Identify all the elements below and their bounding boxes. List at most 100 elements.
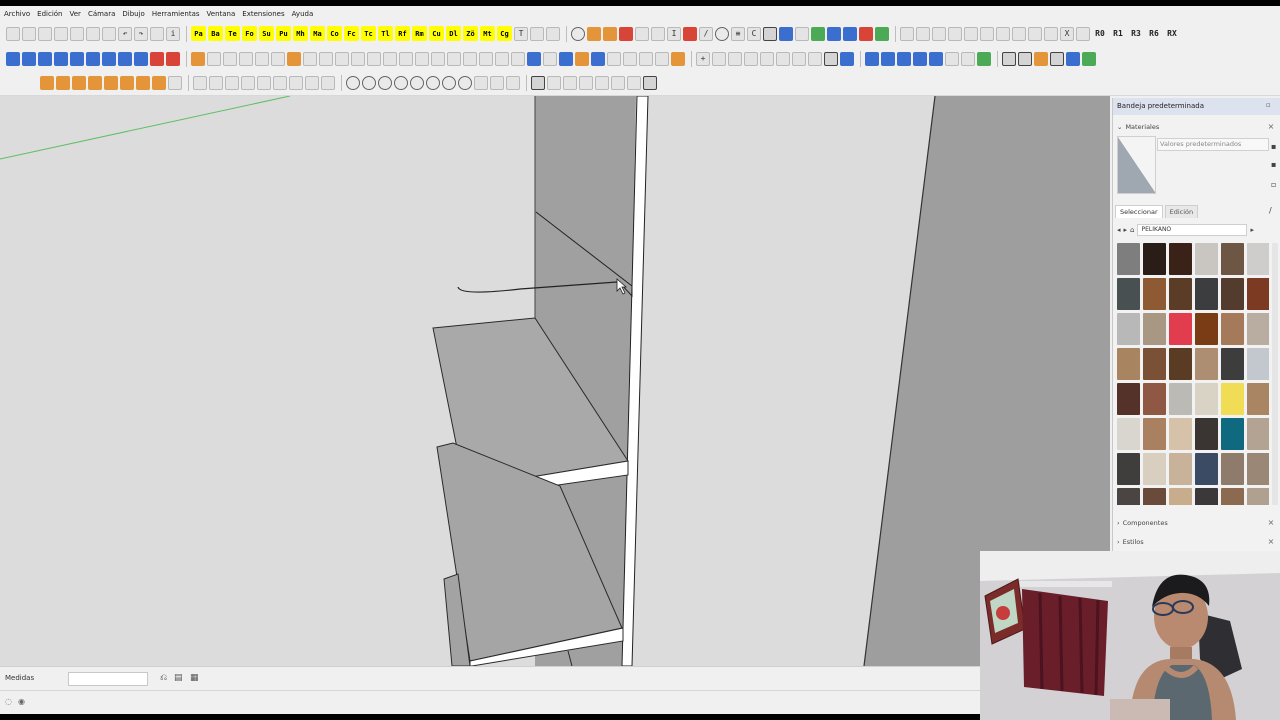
frame-red-5-icon[interactable] — [996, 26, 1010, 41]
material-swatch[interactable] — [1195, 348, 1218, 380]
material-swatch[interactable] — [1195, 453, 1218, 485]
material-swatch[interactable] — [1195, 383, 1218, 415]
column-icon[interactable] — [239, 51, 253, 66]
view-front-icon[interactable] — [225, 76, 239, 90]
frame-red-icon[interactable] — [932, 26, 946, 41]
model-viewport[interactable] — [0, 96, 1110, 666]
sphere-icon[interactable] — [191, 51, 205, 66]
style-back-edges-icon[interactable] — [547, 76, 561, 90]
tab-seleccionar[interactable]: Seleccionar — [1115, 205, 1163, 218]
panel-10-icon[interactable] — [431, 51, 445, 66]
panel-25-icon[interactable] — [712, 51, 726, 66]
panel-20-icon[interactable] — [591, 51, 605, 66]
view-grid-3-icon[interactable] — [321, 76, 335, 90]
panel-5-icon[interactable] — [351, 51, 365, 66]
material-swatch[interactable] — [1221, 488, 1244, 505]
instructor-icon[interactable]: ⎌ — [160, 673, 167, 683]
swatch-scrollbar[interactable] — [1272, 243, 1278, 505]
menu-camara[interactable]: Cámara — [88, 10, 115, 18]
pin-icon[interactable]: ▫ — [1266, 101, 1276, 111]
menu-ver[interactable]: Ver — [70, 10, 81, 18]
tab-edicion[interactable]: Edición — [1164, 205, 1199, 218]
globe-icon[interactable] — [811, 26, 825, 41]
material-swatch[interactable] — [1247, 243, 1269, 275]
dash-12-icon[interactable] — [1066, 51, 1080, 66]
material-swatch[interactable] — [1247, 418, 1269, 450]
materials-row-icon-9[interactable] — [168, 76, 182, 90]
material-swatch[interactable] — [1143, 313, 1166, 345]
section-icon[interactable] — [546, 26, 560, 41]
material-swatch[interactable] — [1169, 383, 1192, 415]
close-icon[interactable]: × — [1266, 537, 1276, 547]
style-monochrome-icon[interactable] — [627, 76, 641, 90]
frame-icon[interactable] — [651, 26, 665, 41]
eyedropper-icon[interactable]: / — [1269, 206, 1272, 215]
material-swatch[interactable] — [1143, 243, 1166, 275]
ext-button-fo[interactable]: Fo — [242, 26, 257, 41]
material-swatch[interactable] — [1195, 278, 1218, 310]
material-swatch[interactable] — [1247, 313, 1269, 345]
save-icon[interactable] — [38, 26, 52, 41]
ext-button-cg[interactable]: Cg — [497, 26, 512, 41]
dash-6-icon[interactable] — [961, 51, 975, 66]
walk-icon[interactable] — [474, 76, 488, 90]
rotate-icon[interactable] — [715, 26, 729, 41]
panel-18-icon[interactable] — [559, 51, 573, 66]
panel-17-icon[interactable] — [543, 51, 557, 66]
zoom-window-icon[interactable] — [394, 76, 408, 90]
panel-31-icon[interactable] — [808, 51, 822, 66]
ext-button-r0[interactable]: R0 — [1092, 27, 1108, 41]
material-swatch[interactable] — [1169, 488, 1192, 505]
menu-edicion[interactable]: Edición — [37, 10, 62, 18]
ext-button-ma[interactable]: Ma — [310, 26, 325, 41]
material-swatch[interactable] — [1169, 278, 1192, 310]
material-swatch[interactable] — [1143, 418, 1166, 450]
ext-button-r3[interactable]: R3 — [1128, 27, 1144, 41]
dash-9-icon[interactable] — [1018, 51, 1032, 66]
menu-archivo[interactable]: Archivo — [4, 10, 30, 18]
material-swatch[interactable] — [1117, 243, 1140, 275]
menu-dibujo[interactable]: Dibujo — [122, 10, 144, 18]
screen-icon[interactable] — [827, 26, 841, 41]
materials-row-icon-7[interactable] — [136, 76, 150, 90]
material-swatch[interactable] — [1247, 453, 1269, 485]
ext-button-zo[interactable]: Zö — [463, 26, 478, 41]
material-swatch[interactable] — [1247, 488, 1269, 505]
box-tool-icon[interactable] — [795, 26, 809, 41]
zoom-extents-icon[interactable] — [410, 76, 424, 90]
frame-red-3-icon[interactable] — [964, 26, 978, 41]
material-swatch[interactable] — [1247, 348, 1269, 380]
status-help-icon[interactable]: ◉ — [18, 697, 25, 706]
panel-6-icon[interactable] — [367, 51, 381, 66]
material-swatch[interactable] — [1195, 243, 1218, 275]
ext-button-tl[interactable]: Tl — [378, 26, 393, 41]
material-swatch[interactable] — [1117, 418, 1140, 450]
material-swatch[interactable] — [1143, 383, 1166, 415]
material-swatch[interactable] — [1117, 313, 1140, 345]
material-swatch[interactable] — [1143, 453, 1166, 485]
back-icon[interactable]: ◂ — [1117, 226, 1121, 234]
compass-icon[interactable] — [779, 26, 793, 41]
style-hidden-line-icon[interactable] — [579, 76, 593, 90]
select-icon[interactable] — [6, 51, 20, 66]
components-section-header[interactable]: › Componentes — [1117, 516, 1168, 530]
frame-red-8-icon[interactable] — [1044, 26, 1058, 41]
list-icon[interactable]: ≡ — [731, 26, 745, 41]
dash-icon[interactable] — [881, 51, 895, 66]
tree-icon[interactable] — [875, 26, 889, 41]
panel-22-icon[interactable] — [623, 51, 637, 66]
material-swatch[interactable] — [1221, 243, 1244, 275]
sphere-2-icon[interactable] — [207, 51, 221, 66]
offset-icon[interactable] — [134, 51, 148, 66]
new-file-icon[interactable] — [6, 26, 20, 41]
material-swatch[interactable] — [1195, 418, 1218, 450]
panel-14-icon[interactable] — [495, 51, 509, 66]
material-swatch[interactable] — [1247, 278, 1269, 310]
frame-red-2-icon[interactable] — [948, 26, 962, 41]
materials-row-icon-8[interactable] — [152, 76, 166, 90]
zoom-icon[interactable] — [378, 76, 392, 90]
material-swatch[interactable] — [1221, 453, 1244, 485]
panel-11-icon[interactable] — [447, 51, 461, 66]
cut-icon[interactable] — [54, 26, 68, 41]
view-grid-2-icon[interactable] — [305, 76, 319, 90]
